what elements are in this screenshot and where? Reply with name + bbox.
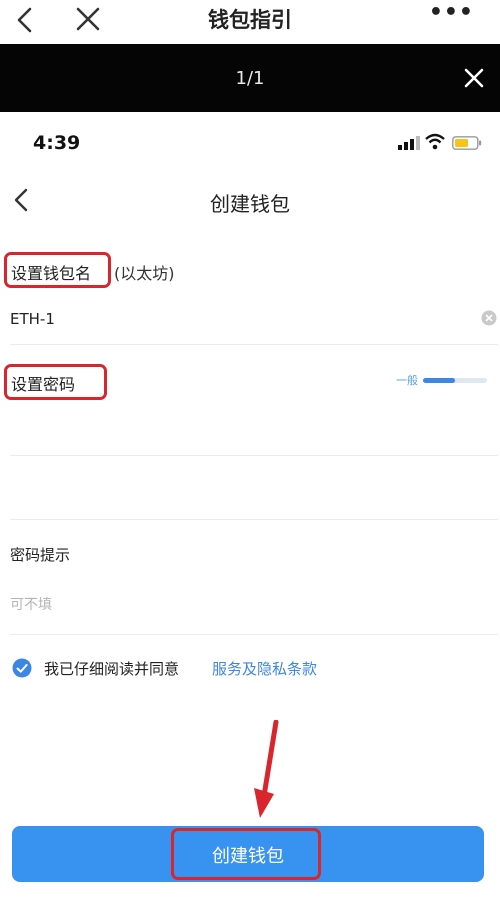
divider — [10, 344, 498, 345]
battery-icon — [452, 136, 482, 150]
image-viewer-bar: 1/1 — [0, 44, 500, 112]
viewer-close-icon[interactable] — [462, 66, 486, 90]
highlight-create-button — [171, 828, 321, 880]
page-title: 钱包指引 — [208, 8, 292, 32]
strength-fill — [423, 378, 455, 383]
confirm-password-input[interactable] — [10, 467, 496, 511]
divider — [10, 634, 498, 635]
clear-icon[interactable] — [481, 310, 497, 326]
checkbox-checked-icon[interactable] — [12, 658, 32, 678]
password-input[interactable] — [10, 412, 496, 450]
app-header: 钱包指引 ••• — [0, 0, 500, 44]
divider — [10, 519, 498, 520]
signal-icon — [398, 136, 420, 150]
page-counter: 1/1 — [235, 68, 265, 89]
status-time: 4:39 — [33, 132, 81, 154]
terms-link[interactable]: 服务及隐私条款 — [212, 658, 317, 679]
more-icon[interactable]: ••• — [429, 0, 474, 25]
agreement-text: 我已仔细阅读并同意 — [44, 660, 180, 678]
wallet-page-title: 创建钱包 — [210, 192, 290, 216]
password-label: 设置密码 — [11, 375, 76, 394]
password-hint-label: 密码提示 — [10, 546, 71, 564]
divider — [10, 455, 498, 456]
password-strength-label: 一般 — [396, 374, 418, 387]
wallet-name-suffix: (以太坊) — [114, 264, 175, 283]
wallet-nav-bar: 创建钱包 — [0, 180, 500, 220]
wallet-name-label: 设置钱包名 — [11, 264, 92, 283]
wifi-icon — [425, 133, 445, 150]
annotation-arrow — [254, 720, 279, 818]
phone-screenshot: 4:39 创建钱包 设置钱包名 (以太坊) ETH-1 设置密码 一般 密码提示… — [0, 112, 500, 919]
password-hint-input[interactable]: 可不填 — [10, 594, 52, 614]
wallet-name-input[interactable]: ETH-1 — [10, 310, 55, 328]
status-bar: 4:39 — [0, 112, 500, 172]
